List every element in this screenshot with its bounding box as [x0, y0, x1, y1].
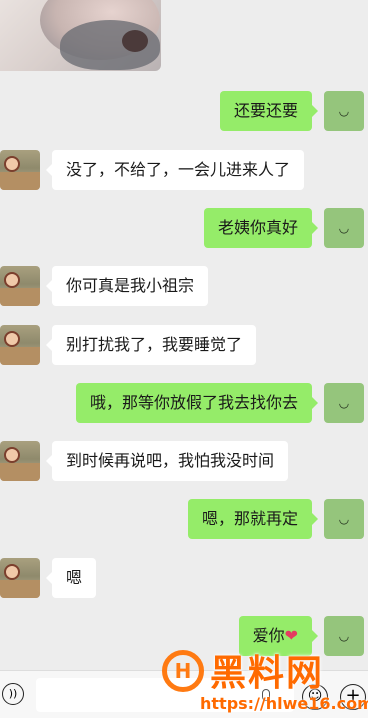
contact-avatar[interactable]	[0, 558, 40, 598]
contact-avatar[interactable]	[0, 150, 40, 190]
avatar-scene	[0, 288, 40, 306]
contact-avatar[interactable]	[0, 325, 40, 365]
watermark-url: https://hlwe16.com	[200, 694, 368, 713]
contact-avatar[interactable]	[0, 441, 40, 481]
message-bubble-out[interactable]: 哦，那等你放假了我去找你去	[75, 383, 319, 423]
message-bubble-out[interactable]: 老姨你真好	[203, 208, 319, 248]
message-row: 你可真是我小祖宗	[0, 266, 368, 306]
smile-face-icon: ◡	[338, 512, 350, 526]
avatar-scene	[0, 580, 40, 598]
message-row: 老姨你真好 ◡	[0, 208, 368, 248]
message-row: 还要还要 ◡	[0, 91, 368, 131]
message-bubble-in[interactable]: 你可真是我小祖宗	[45, 266, 209, 306]
message-row: 别打扰我了，我要睡觉了	[0, 325, 368, 365]
message-row: 到时候再说吧，我怕我没时间	[0, 441, 368, 481]
avatar-face	[4, 447, 20, 463]
message-row: 嗯，那就再定 ◡	[0, 499, 368, 539]
avatar-scene	[0, 463, 40, 481]
smile-face-icon: ◡	[338, 221, 350, 235]
message-bubble-out[interactable]: 嗯，那就再定	[187, 499, 319, 539]
photo-dot	[122, 30, 148, 52]
voice-icon[interactable]: ))	[2, 683, 24, 705]
avatar-face	[4, 156, 20, 172]
message-bubble-in[interactable]: 到时候再说吧，我怕我没时间	[45, 441, 289, 481]
message-bubble-in[interactable]: 嗯	[45, 558, 97, 598]
message-bubble-in[interactable]: 没了，不给了，一会儿进来人了	[45, 150, 305, 190]
avatar-scene	[0, 172, 40, 190]
avatar-face	[4, 564, 20, 580]
message-row: 嗯	[0, 558, 368, 598]
smile-face-icon: ◡	[338, 396, 350, 410]
watermark: H 黑料网 https://hlwe16.com	[162, 642, 368, 717]
message-row: 没了，不给了，一会儿进来人了	[0, 150, 368, 190]
watermark-logo-icon: H	[162, 650, 204, 692]
avatar-face	[4, 331, 20, 347]
avatar-face	[4, 272, 20, 288]
self-avatar[interactable]: ◡	[324, 91, 364, 131]
smile-face-icon: ◡	[338, 104, 350, 118]
message-bubble-out[interactable]: 还要还要	[219, 91, 319, 131]
watermark-title: 黑料网	[210, 653, 325, 694]
message-bubble-in[interactable]: 别打扰我了，我要睡觉了	[45, 325, 257, 365]
contact-avatar[interactable]	[0, 266, 40, 306]
self-avatar[interactable]: ◡	[324, 208, 364, 248]
avatar-scene	[0, 347, 40, 365]
self-avatar[interactable]: ◡	[324, 383, 364, 423]
self-avatar[interactable]: ◡	[324, 499, 364, 539]
message-row: 哦，那等你放假了我去找你去 ◡	[0, 383, 368, 423]
shared-photo[interactable]	[0, 0, 161, 71]
